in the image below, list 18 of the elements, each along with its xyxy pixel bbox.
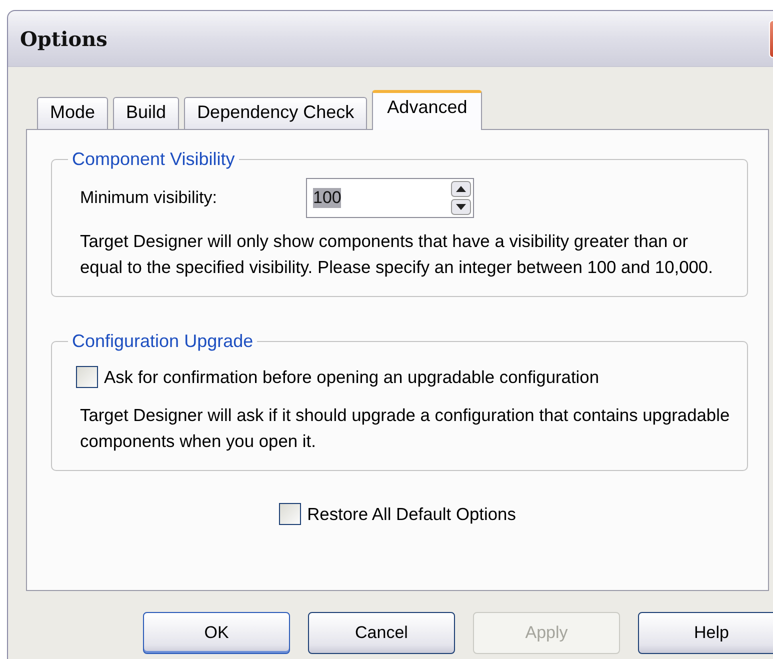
window-title: Options xyxy=(20,26,108,50)
checkbox[interactable] xyxy=(76,366,98,388)
description-text: Target Designer will ask if it should upgrade a configuration that contains upgradable components when you open it. xyxy=(80,404,731,453)
group-title: Component Visibility xyxy=(71,149,236,170)
group-title: Configuration Upgrade xyxy=(71,331,254,352)
tab[interactable]: Advanced xyxy=(372,90,482,130)
dialog-button[interactable]: OK xyxy=(143,612,290,654)
tab[interactable]: Dependency Check xyxy=(184,97,368,129)
description-text: Target Designer will only show components that have a visibility greater than or equal to the specified visibility. Please specify an integer between 100 and 10,000. xyxy=(80,230,714,279)
dialog-button[interactable]: Cancel xyxy=(308,612,455,654)
checkbox-label[interactable]: Ask for confirmation before opening an upgradable configuration xyxy=(104,366,599,388)
field-label: Minimum visibility: xyxy=(80,188,218,208)
tab[interactable]: Build xyxy=(113,97,180,129)
checkbox[interactable] xyxy=(279,503,302,525)
checkbox-label[interactable]: Restore All Default Options xyxy=(307,504,516,524)
spin-field[interactable]: 100 xyxy=(306,178,474,218)
dialog-button[interactable]: Help xyxy=(638,612,773,654)
tab[interactable]: Mode xyxy=(37,97,108,129)
